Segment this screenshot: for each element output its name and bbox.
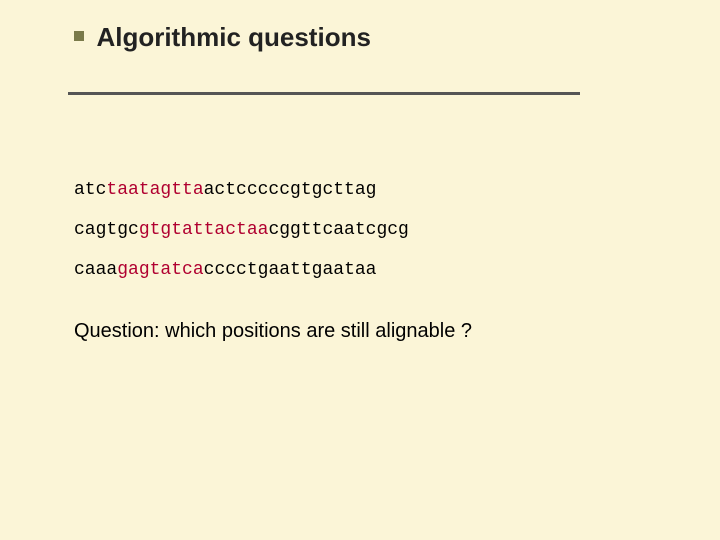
seq3-part2: cccctgaattgaataa <box>204 260 377 280</box>
seq3-part1: caaa <box>74 260 117 280</box>
divider <box>68 92 580 95</box>
sequence-3: caaagagtatcacccctgaattgaataa <box>74 260 634 280</box>
slide-title: Algorithmic questions <box>96 22 370 53</box>
question-text: Question: which positions are still alig… <box>74 320 634 343</box>
slide: Algorithmic questions atctaatagttaactccc… <box>0 0 720 540</box>
seq1-part1: atc <box>74 180 106 200</box>
sequence-1: atctaatagttaactcccccgtgcttag <box>74 180 634 200</box>
sequence-2: cagtgcgtgtattactaacggttcaatcgcg <box>74 220 634 240</box>
content-area: atctaatagttaactcccccgtgcttag cagtgcgtgta… <box>74 180 634 343</box>
seq3-highlight: gagtatca <box>117 260 203 280</box>
seq2-highlight: gtgtattactaa <box>139 220 269 240</box>
seq1-part2: actcccccgtgcttag <box>204 180 377 200</box>
seq2-part2: cggttcaatcgcg <box>268 220 408 240</box>
seq2-part1: cagtgc <box>74 220 139 240</box>
title-area: Algorithmic questions <box>0 0 720 53</box>
title-bullet-icon <box>74 31 84 41</box>
seq1-highlight: taatagtta <box>106 180 203 200</box>
